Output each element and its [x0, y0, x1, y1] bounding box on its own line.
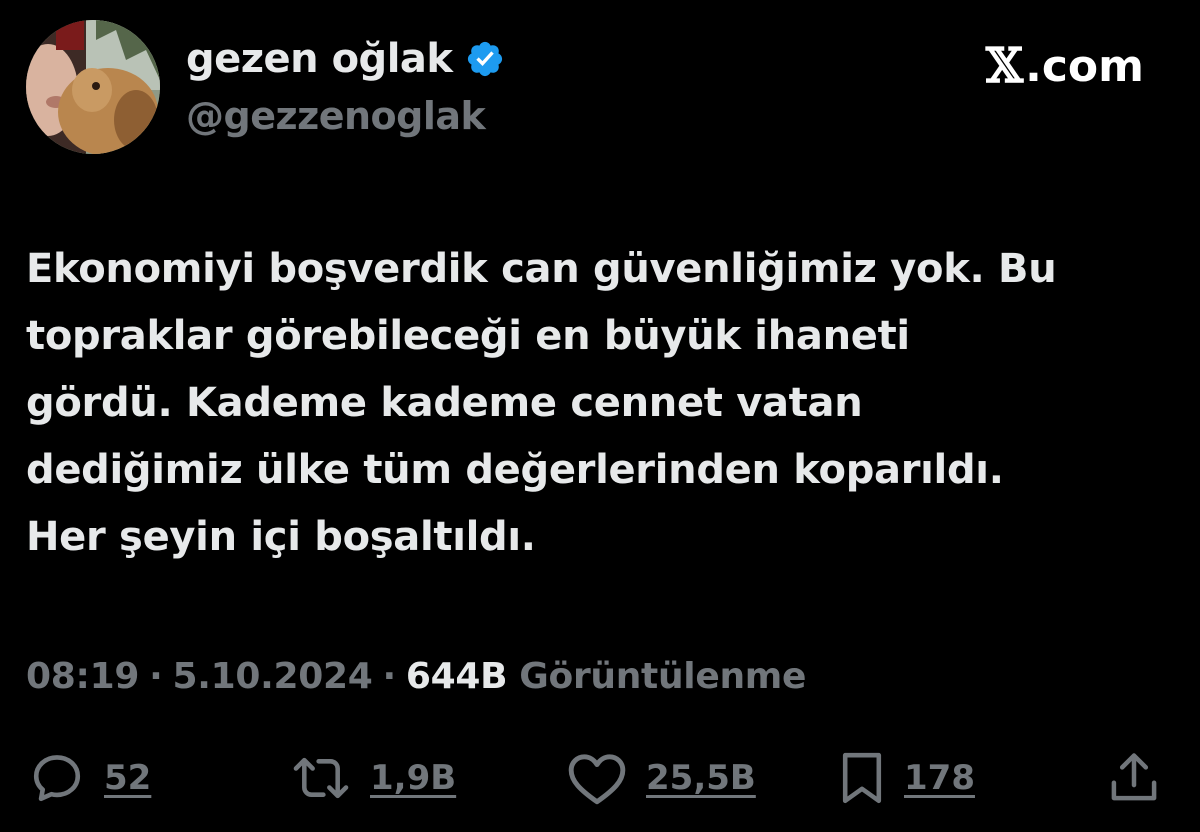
repost-button[interactable]: 1,9B — [290, 746, 456, 810]
share-icon — [1111, 753, 1157, 801]
x-brand-logo: 𝕏 .com — [986, 38, 1144, 94]
x-logo-icon: 𝕏 — [985, 38, 1024, 94]
views-label: Görüntülenme — [519, 656, 807, 697]
avatar-image — [26, 20, 160, 154]
tweet-meta: 08:19 · 5.10.2024 · 644B Görüntülenme — [26, 656, 806, 697]
meta-separator: · — [382, 656, 396, 697]
tweet-text-line: Her şeyin içi boşaltıldı. — [26, 514, 536, 560]
tweet-text-line: Ekonomiyi boşverdik can güvenliğimiz yok… — [26, 246, 1057, 292]
verified-badge-icon — [467, 41, 502, 77]
like-button[interactable]: 25,5B — [566, 746, 756, 810]
tweet-text: Ekonomiyi boşverdik can güvenliğimiz yok… — [26, 236, 1176, 571]
bookmark-icon — [842, 752, 882, 804]
bookmark-count: 178 — [904, 758, 975, 798]
avatar[interactable] — [26, 20, 160, 154]
brand-suffix: .com — [1025, 40, 1144, 92]
tweet-text-line: dediğimiz ülke tüm değerlerinden koparıl… — [26, 447, 1004, 493]
heart-icon — [568, 754, 626, 805]
author-display-name[interactable]: gezen oğlak — [186, 36, 453, 82]
repost-count: 1,9B — [370, 758, 457, 798]
reply-count: 52 — [104, 758, 152, 798]
tweet-date[interactable]: 5.10.2024 — [172, 656, 372, 697]
views-count[interactable]: 644B — [406, 656, 508, 697]
reply-icon — [33, 755, 81, 802]
author-handle[interactable]: @gezzenoglak — [186, 94, 486, 138]
author-name-row[interactable]: gezen oğlak — [186, 36, 505, 82]
tweet-card: gezen oğlak @gezzenoglak 𝕏 .com Ekonomiy… — [0, 0, 1200, 832]
tweet-text-line: gördü. Kademe kademe cennet vatan — [26, 380, 863, 426]
action-bar: 52 1,9B 25,5B 178 — [0, 746, 1200, 810]
meta-separator: · — [149, 656, 163, 697]
tweet-time[interactable]: 08:19 — [26, 656, 139, 697]
repost-icon — [293, 757, 349, 799]
like-count: 25,5B — [646, 758, 756, 798]
share-button[interactable] — [1108, 746, 1160, 810]
bookmark-button[interactable]: 178 — [838, 746, 975, 810]
tweet-text-line: topraklar görebileceği en büyük ihaneti — [26, 313, 910, 359]
reply-button[interactable]: 52 — [28, 746, 151, 810]
